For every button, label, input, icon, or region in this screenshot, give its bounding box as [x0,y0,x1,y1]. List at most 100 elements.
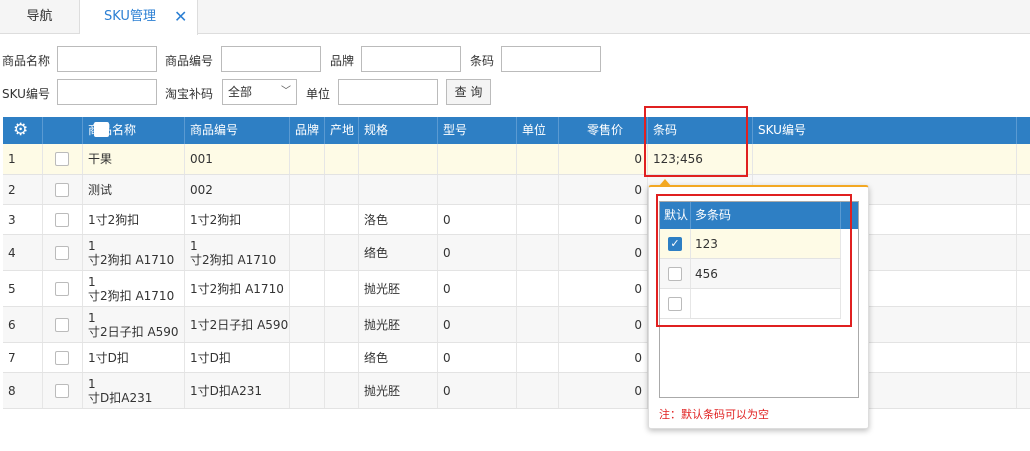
cell-product-name: 1 寸2日子扣 A590 [83,307,185,342]
table-row[interactable]: 81 寸D扣A231 1寸D扣A231 抛光胚 0 0 [3,373,1030,409]
header-spec[interactable]: 规格 [359,117,438,144]
cell-model [438,175,517,204]
table-row[interactable]: 51 寸2狗扣 A1710 1寸2狗扣 A1710 抛光胚 0 0 [3,271,1030,307]
cell-price: 0 [559,235,648,270]
unit-input[interactable] [338,79,438,105]
row-checkbox-cell [43,343,83,372]
header-select-all[interactable] [43,117,109,144]
row-checkbox[interactable] [55,281,69,296]
table-row[interactable]: 1 干果 001 0 123;456 [3,144,1030,175]
label-unit: 单位 [306,87,331,101]
taobao-select-value: 全部 [228,85,253,99]
cell-origin [325,205,359,234]
cell-product-name: 测试 [83,175,185,204]
cell-unit [517,343,559,372]
cell-origin [325,271,359,306]
label-sku-code: SKU编号 [2,87,50,101]
cell-model: 0 [438,271,517,306]
tab-sku-label: SKU管理 [104,9,156,24]
barcode-input[interactable] [501,46,601,72]
cell-product-name: 干果 [83,144,185,174]
header-price[interactable]: 零售价 [559,117,648,144]
row-number: 3 [3,205,43,234]
cell-unit [517,271,559,306]
cell-unit [517,144,559,174]
cell-brand [290,144,325,174]
sku-code-input[interactable] [57,79,157,105]
header-brand[interactable]: 品牌 [290,117,325,144]
header-sku-code[interactable]: SKU编号 [753,117,1017,144]
row-checkbox[interactable] [55,350,69,365]
cell-spec [359,144,438,174]
highlight-barcode [644,106,748,177]
cell-price: 0 [559,205,648,234]
row-checkbox-cell [43,205,83,234]
close-icon[interactable]: ✕ [174,0,187,34]
row-checkbox[interactable] [55,182,69,197]
cell-brand [290,271,325,306]
cell-origin [325,307,359,342]
table-row[interactable]: 7 1寸D扣 1寸D扣 络色 0 0 [3,343,1030,373]
row-checkbox-cell [43,175,83,204]
cell-brand [290,205,325,234]
row-checkbox-cell [43,235,83,270]
popup-caret [659,179,671,186]
query-button[interactable]: 查 询 [446,79,491,105]
row-number: 4 [3,235,43,270]
product-code-input[interactable] [221,46,321,72]
cell-product-name: 1 寸2狗扣 A1710 [83,271,185,306]
cell-spec: 络色 [359,235,438,270]
cell-product-name: 1寸D扣 [83,343,185,372]
cell-product-code: 1寸2狗扣 [185,205,290,234]
row-checkbox-cell [43,373,83,408]
row-number: 7 [3,343,43,372]
cell-spec: 洛色 [359,205,438,234]
label-barcode: 条码 [470,54,495,68]
cell-product-code: 1寸2狗扣 A1710 [185,271,290,306]
row-number: 1 [3,144,43,174]
row-checkbox-cell [43,144,83,174]
cell-product-name: 1 寸D扣A231 [83,373,185,408]
label-taobao: 淘宝补码 [165,87,214,101]
row-checkbox[interactable] [55,152,69,166]
header-product-name[interactable]: 商品名称 [83,117,185,144]
cell-price: 0 [559,343,648,372]
cell-unit [517,235,559,270]
tab-nav[interactable]: 导航 [0,0,80,34]
row-number: 2 [3,175,43,204]
grid-header: ⚙ 商品名称 商品编号 品牌 产地 规格 型号 单位 零售价 条码 SKU编号 [3,117,1030,144]
cell-price: 0 [559,373,648,408]
table-row[interactable]: 3 1寸2狗扣 1寸2狗扣 洛色 0 0 [3,205,1030,235]
label-product-name: 商品名称 [2,54,51,68]
cell-product-code: 1寸2日子扣 A590 [185,307,290,342]
cell-product-name: 1寸2狗扣 [83,205,185,234]
row-number: 5 [3,271,43,306]
tab-sku-management[interactable]: SKU管理 ✕ [80,0,198,35]
row-number: 6 [3,307,43,342]
row-checkbox[interactable] [55,245,69,260]
row-checkbox[interactable] [55,383,69,398]
cell-model: 0 [438,205,517,234]
table-row[interactable]: 41 寸2狗扣 A1710 1 寸2狗扣 A1710 络色 0 0 [3,235,1030,271]
grid-settings[interactable]: ⚙ [3,117,43,144]
cell-spec: 抛光胚 [359,307,438,342]
label-brand: 品牌 [330,54,355,68]
header-origin[interactable]: 产地 [325,117,359,144]
cell-unit [517,175,559,204]
header-unit[interactable]: 单位 [517,117,559,144]
table-row[interactable]: 2 测试 002 0 [3,175,1030,205]
chevron-down-icon: ﹀ [281,86,291,97]
label-product-code: 商品编号 [165,54,214,68]
cell-price: 0 [559,175,648,204]
row-checkbox[interactable] [55,212,69,227]
product-name-input[interactable] [57,46,157,72]
row-checkbox[interactable] [55,317,69,332]
table-row[interactable]: 61 寸2日子扣 A590 1寸2日子扣 A590 抛光胚 0 0 [3,307,1030,343]
brand-input[interactable] [361,46,461,72]
taobao-select[interactable]: 全部 ﹀ [222,79,297,105]
cell-product-code: 002 [185,175,290,204]
cell-brand [290,175,325,204]
cell-spec: 抛光胚 [359,271,438,306]
header-product-code[interactable]: 商品编号 [185,117,290,144]
header-model[interactable]: 型号 [438,117,517,144]
